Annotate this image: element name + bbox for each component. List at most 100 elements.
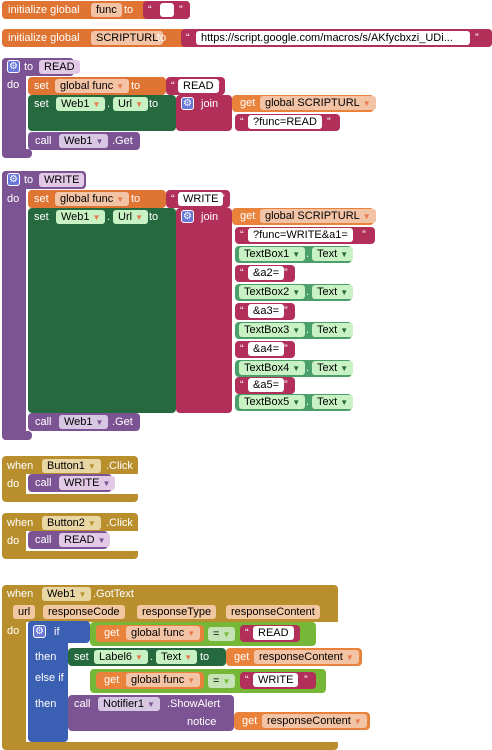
text-param-block[interactable]: “ &a3= ” bbox=[235, 303, 295, 320]
component-dropdown[interactable]: Notifier1 ▼ bbox=[98, 697, 160, 711]
textbox-text-block[interactable]: TextBox2 ▼ . Text ▼ bbox=[235, 284, 354, 301]
global-name-field[interactable]: func bbox=[91, 3, 122, 17]
property-dropdown[interactable]: Text ▼ bbox=[312, 361, 354, 375]
get-responsecontent-block[interactable]: get responseContent ▼ bbox=[234, 712, 370, 730]
gear-icon[interactable]: ⚙ bbox=[7, 60, 20, 73]
var-dropdown[interactable]: responseContent ▼ bbox=[254, 650, 359, 664]
param-url[interactable]: url bbox=[13, 605, 36, 619]
text-read-block[interactable]: “ READ ” bbox=[166, 77, 225, 95]
gear-icon[interactable]: ⚙ bbox=[181, 210, 194, 223]
call-write-block[interactable]: call WRITE ▼ bbox=[28, 474, 116, 492]
join-block[interactable]: ⚙ join bbox=[176, 208, 232, 413]
text-value[interactable]: &a3= bbox=[248, 304, 284, 318]
get-global-func-block[interactable]: get global func ▼ bbox=[96, 672, 204, 689]
text-value[interactable]: https://script.google.com/macros/s/AKfyc… bbox=[196, 31, 470, 45]
text-value[interactable]: ?func=READ bbox=[248, 115, 322, 129]
text-read-block[interactable]: “ READ ” bbox=[240, 625, 300, 642]
get-global-scripturl-block[interactable]: get global SCRIPTURL ▼ bbox=[232, 208, 376, 225]
text-value[interactable]: &a2= bbox=[248, 266, 284, 280]
textbox-text-block[interactable]: TextBox3 ▼ . Text ▼ bbox=[235, 322, 354, 339]
global-var-dropdown[interactable]: global func ▼ bbox=[126, 673, 201, 687]
global-var-dropdown[interactable]: global func ▼ bbox=[55, 192, 130, 206]
global-var-dropdown[interactable]: global SCRIPTURL ▼ bbox=[260, 209, 376, 223]
text-param-block[interactable]: “ &a2= ” bbox=[235, 265, 295, 282]
get-global-func-block[interactable]: get global func ▼ bbox=[96, 625, 204, 642]
text-value[interactable]: WRITE bbox=[178, 192, 224, 206]
global-var-dropdown[interactable]: global SCRIPTURL ▼ bbox=[260, 96, 376, 110]
component-dropdown[interactable]: TextBox4 ▼ bbox=[239, 361, 306, 375]
property-dropdown[interactable]: Text ▼ bbox=[312, 285, 354, 299]
global-var-dropdown[interactable]: global func ▼ bbox=[55, 79, 130, 93]
call-web1-get-block[interactable]: call Web1 ▼ .Get bbox=[28, 413, 140, 431]
text-value[interactable]: ?func=WRITE&a1= bbox=[248, 228, 353, 242]
text-value[interactable] bbox=[160, 3, 174, 17]
procedure-dropdown[interactable]: READ ▼ bbox=[59, 533, 111, 547]
component-dropdown[interactable]: Web1 ▼ bbox=[42, 587, 92, 601]
component-dropdown[interactable]: Web1 ▼ bbox=[56, 97, 106, 111]
gear-icon[interactable]: ⚙ bbox=[7, 173, 20, 186]
compare-block[interactable]: get global func ▼ = ▼ “ READ ” bbox=[90, 622, 316, 646]
set-web1-url-block[interactable]: set Web1 ▼ . Url ▼ to bbox=[28, 95, 176, 131]
url-text-block[interactable]: “ https://script.google.com/macros/s/AKf… bbox=[181, 29, 492, 47]
property-dropdown[interactable]: Url ▼ bbox=[113, 97, 148, 111]
component-dropdown[interactable]: TextBox1 ▼ bbox=[239, 247, 306, 261]
property-dropdown[interactable]: Url ▼ bbox=[113, 210, 148, 224]
procedure-write-header[interactable]: ⚙ to WRITE bbox=[2, 171, 86, 189]
text-value[interactable]: &a5= bbox=[248, 378, 284, 392]
get-global-scripturl-block[interactable]: get global SCRIPTURL ▼ bbox=[232, 95, 376, 112]
gear-icon[interactable]: ⚙ bbox=[33, 625, 46, 638]
text-value[interactable]: READ bbox=[253, 626, 294, 640]
text-value[interactable]: READ bbox=[178, 79, 219, 93]
text-param-block[interactable]: “ &a4= ” bbox=[235, 341, 295, 358]
component-dropdown[interactable]: TextBox5 ▼ bbox=[239, 395, 306, 409]
component-dropdown[interactable]: Button1 ▼ bbox=[42, 459, 101, 473]
param-responsecontent[interactable]: responseContent bbox=[226, 605, 320, 619]
text-write-block[interactable]: “ WRITE ” bbox=[166, 190, 230, 208]
set-label6-text-block[interactable]: set Label6 ▼ . Text ▼ to bbox=[68, 648, 226, 666]
property-dropdown[interactable]: Text ▼ bbox=[312, 395, 354, 409]
operator-dropdown[interactable]: = ▼ bbox=[208, 674, 236, 688]
component-dropdown[interactable]: TextBox3 ▼ bbox=[239, 323, 306, 337]
call-web1-get-block[interactable]: call Web1 ▼ .Get bbox=[28, 132, 140, 150]
textbox-text-block[interactable]: TextBox1 ▼ . Text ▼ bbox=[235, 246, 354, 263]
component-dropdown[interactable]: Web1 ▼ bbox=[59, 415, 109, 429]
component-dropdown[interactable]: Label6 ▼ bbox=[94, 650, 148, 664]
component-dropdown[interactable]: Web1 ▼ bbox=[59, 134, 109, 148]
component-dropdown[interactable]: Web1 ▼ bbox=[56, 210, 106, 224]
component-dropdown[interactable]: Button2 ▼ bbox=[42, 516, 101, 530]
var-dropdown[interactable]: responseContent ▼ bbox=[262, 714, 367, 728]
procedure-write-block[interactable] bbox=[2, 171, 26, 440]
component-dropdown[interactable]: TextBox2 ▼ bbox=[239, 285, 306, 299]
global-var-dropdown[interactable]: global func ▼ bbox=[126, 626, 201, 640]
text-value[interactable]: WRITE bbox=[253, 673, 299, 687]
text-value[interactable]: &a4= bbox=[248, 342, 284, 356]
textbox-text-block[interactable]: TextBox5 ▼ . Text ▼ bbox=[235, 394, 354, 411]
if-header[interactable]: ⚙ if bbox=[28, 621, 90, 643]
global-name-field[interactable]: SCRIPTURL bbox=[91, 31, 164, 45]
set-web1-url-block[interactable]: set Web1 ▼ . Url ▼ to bbox=[28, 208, 176, 413]
procedure-name-field[interactable]: READ bbox=[39, 60, 80, 74]
gear-icon[interactable]: ⚙ bbox=[181, 97, 194, 110]
text-func-read-block[interactable]: “ ?func=READ ” bbox=[235, 114, 340, 131]
set-global-func-block[interactable]: set global func ▼ to bbox=[28, 77, 166, 95]
property-dropdown[interactable]: Text ▼ bbox=[312, 323, 354, 337]
set-global-func-block[interactable]: set global func ▼ to bbox=[28, 190, 166, 208]
param-responsecode[interactable]: responseCode bbox=[43, 605, 125, 619]
procedure-dropdown[interactable]: WRITE ▼ bbox=[59, 476, 116, 490]
call-notifier-showalert-block[interactable]: call Notifier1 ▼ .ShowAlert notice bbox=[68, 695, 234, 731]
compare-block[interactable]: get global func ▼ = ▼ “ WRITE ” bbox=[90, 669, 326, 693]
property-dropdown[interactable]: Text ▼ bbox=[312, 247, 354, 261]
property-dropdown[interactable]: Text ▼ bbox=[156, 650, 198, 664]
empty-text-block[interactable]: “ ” bbox=[143, 1, 190, 19]
join-block[interactable]: ⚙ join bbox=[176, 95, 232, 131]
textbox-text-block[interactable]: TextBox4 ▼ . Text ▼ bbox=[235, 360, 354, 377]
text-param-block[interactable]: “ &a5= ” bbox=[235, 377, 295, 394]
procedure-name-field[interactable]: WRITE bbox=[39, 173, 85, 187]
text-write-block[interactable]: “ WRITE ” bbox=[240, 672, 316, 689]
call-read-block[interactable]: call READ ▼ bbox=[28, 531, 111, 549]
operator-dropdown[interactable]: = ▼ bbox=[208, 627, 236, 641]
param-responsetype[interactable]: responseType bbox=[137, 605, 217, 619]
text-param-block[interactable]: “ ?func=WRITE&a1= ” bbox=[235, 227, 375, 244]
get-responsecontent-block[interactable]: get responseContent ▼ bbox=[226, 648, 362, 666]
procedure-read-header[interactable]: ⚙ to READ bbox=[2, 58, 80, 76]
